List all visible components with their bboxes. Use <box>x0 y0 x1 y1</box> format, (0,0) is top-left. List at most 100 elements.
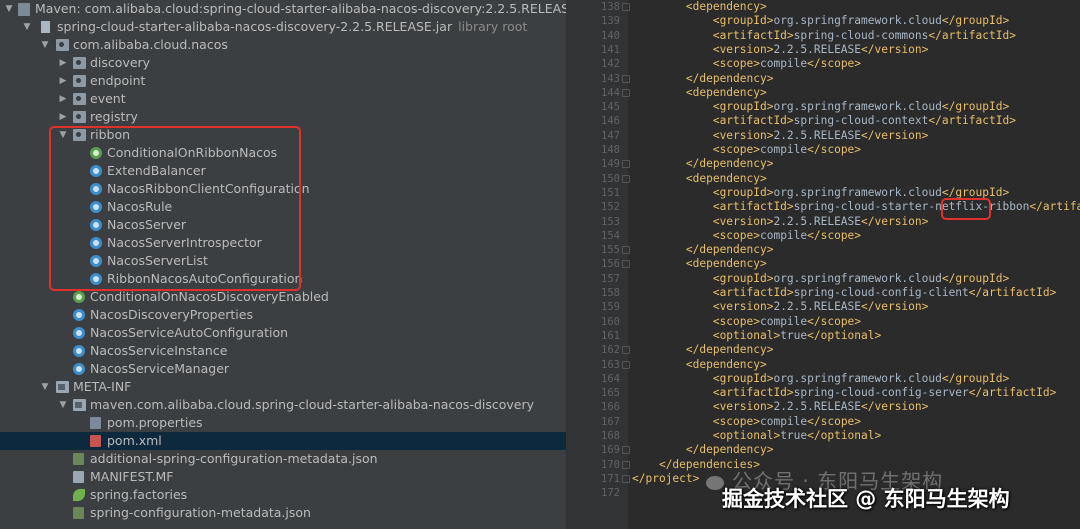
line-number: 144 <box>601 86 620 99</box>
code-line[interactable]: <optional>true</optional> <box>632 329 881 343</box>
line-number: 143 <box>601 72 620 85</box>
fold-marker-icon[interactable] <box>622 3 630 11</box>
line-number: 166 <box>601 401 620 414</box>
code-line[interactable]: <dependency> <box>632 172 767 186</box>
fold-marker-icon[interactable] <box>622 260 630 269</box>
ribbon-package-highlight-box <box>49 126 301 291</box>
line-number: 146 <box>601 115 620 128</box>
code-line[interactable]: <scope>compile</scope> <box>632 315 861 329</box>
expanded-arrow-icon[interactable]: ▼ <box>40 378 50 396</box>
tree-item-spring-cloud-starter-alibaba-nacos-discovery-2-2-5-release-jar[interactable]: ▼ spring-cloud-starter-alibaba-nacos-disc… <box>0 18 566 36</box>
code-line[interactable]: <optional>true</optional> <box>632 429 881 443</box>
collapsed-arrow-icon[interactable]: ▶ <box>58 72 68 90</box>
tree-item-nacosdiscoveryproperties[interactable]: NacosDiscoveryProperties <box>0 306 566 324</box>
tree-item-spring-factories[interactable]: spring.factories <box>0 486 566 504</box>
code-line[interactable]: </dependency> <box>632 157 774 171</box>
tree-item-registry[interactable]: ▶ registry <box>0 108 566 126</box>
tree-item-nacosserviceautoconfiguration[interactable]: NacosServiceAutoConfiguration <box>0 324 566 342</box>
tree-item-endpoint[interactable]: ▶ endpoint <box>0 72 566 90</box>
code-line[interactable]: <dependency> <box>632 0 767 14</box>
line-number: 165 <box>601 387 620 400</box>
line-number: 151 <box>601 186 620 199</box>
tree-item-spring-configuration-metadata-json[interactable]: spring-configuration-metadata.json <box>0 504 566 522</box>
code-line[interactable]: <version>2.2.5.RELEASE</version> <box>632 129 929 143</box>
code-line[interactable]: <groupId>org.springframework.cloud</grou… <box>632 272 1009 286</box>
code-line[interactable]: <dependency> <box>632 86 767 100</box>
folder-icon <box>56 381 69 393</box>
line-number: 158 <box>601 287 620 299</box>
expanded-arrow-icon[interactable]: ▼ <box>22 18 32 36</box>
tree-item-discovery[interactable]: ▶ discovery <box>0 54 566 72</box>
fold-marker-icon[interactable] <box>622 360 630 369</box>
code-line[interactable]: <artifactId>spring-cloud-context</artifa… <box>632 114 1016 128</box>
line-number: 145 <box>601 101 620 114</box>
tree-item-maven-com-alibaba-cloud-spring-cloud-starter-alibaba-nacos-discovery-2-2-5-release[interactable]: ▼ Maven: com.alibaba.cloud:spring-cloud-s… <box>0 0 566 18</box>
code-line[interactable]: <artifactId>spring-cloud-starter-netflix… <box>632 200 1080 214</box>
code-line[interactable]: <groupId>org.springframework.cloud</grou… <box>632 100 1009 114</box>
fold-marker-icon[interactable] <box>622 460 630 469</box>
jar-icon <box>41 21 50 33</box>
fold-marker-icon[interactable] <box>622 174 630 183</box>
fold-marker-icon[interactable] <box>622 474 630 483</box>
code-line[interactable]: <version>2.2.5.RELEASE</version> <box>632 400 929 414</box>
code-line[interactable]: <artifactId>spring-cloud-config-client</… <box>632 286 1057 300</box>
line-number: 172 <box>601 487 620 500</box>
code-line[interactable]: <scope>compile</scope> <box>632 229 861 243</box>
tree-item-label: maven.com.alibaba.cloud.spring-cloud-sta… <box>90 397 535 412</box>
library-icon <box>18 3 30 16</box>
code-editor[interactable]: 138 139 140 141 142 143 144 145 146 147 148 149 150 1… <box>566 0 1080 529</box>
code-line[interactable]: <dependency> <box>632 358 767 372</box>
code-line[interactable]: <scope>compile</scope> <box>632 143 861 157</box>
line-number-gutter: 138 139 140 141 142 143 144 145 146 147 148 149 150 1… <box>566 0 630 529</box>
fold-marker-icon[interactable] <box>622 346 630 355</box>
tree-item-label: pom.properties <box>107 415 203 430</box>
code-line[interactable]: <scope>compile</scope> <box>632 57 861 71</box>
package-icon <box>73 111 86 123</box>
code-line[interactable]: </dependency> <box>632 343 774 357</box>
line-number: 162 <box>601 344 620 357</box>
tree-item-maven-com-alibaba-cloud-spring-cloud-starter-alibaba-nacos-discovery[interactable]: ▼ maven.com.alibaba.cloud.spring-cloud-st… <box>0 396 566 414</box>
tree-item-com-alibaba-cloud-nacos[interactable]: ▼ com.alibaba.cloud.nacos <box>0 36 566 54</box>
tree-item-nacosserviceinstance[interactable]: NacosServiceInstance <box>0 342 566 360</box>
package-icon <box>73 75 86 87</box>
code-line[interactable]: <version>2.2.5.RELEASE</version> <box>632 43 929 57</box>
expanded-arrow-icon[interactable]: ▼ <box>58 396 68 414</box>
line-number: 168 <box>601 430 620 442</box>
library-root-hint: library root <box>458 19 528 34</box>
tree-item-meta-inf[interactable]: ▼ META-INF <box>0 378 566 396</box>
tree-item-event[interactable]: ▶ event <box>0 90 566 108</box>
code-line[interactable]: </dependency> <box>632 72 774 86</box>
line-number: 149 <box>601 158 620 171</box>
tree-item-manifest-mf[interactable]: MANIFEST.MF <box>0 468 566 486</box>
code-line[interactable]: <scope>compile</scope> <box>632 415 861 429</box>
code-line[interactable]: <artifactId>spring-cloud-config-server</… <box>632 386 1057 400</box>
fold-marker-icon[interactable] <box>622 246 630 255</box>
code-line[interactable]: <artifactId>spring-cloud-commons</artifa… <box>632 29 1016 43</box>
collapsed-arrow-icon[interactable]: ▶ <box>58 108 68 126</box>
code-line[interactable]: <groupId>org.springframework.cloud</grou… <box>632 14 1009 28</box>
code-line[interactable]: </dependency> <box>632 443 774 457</box>
fold-marker-icon[interactable] <box>622 74 630 83</box>
line-number: 141 <box>601 43 620 56</box>
code-line[interactable]: <version>2.2.5.RELEASE</version> <box>632 215 929 229</box>
fold-marker-icon[interactable] <box>622 160 630 169</box>
line-number: 169 <box>601 444 620 457</box>
tree-item-nacosservicemanager[interactable]: NacosServiceManager <box>0 360 566 378</box>
tree-item-pom-xml[interactable]: pom.xml <box>0 432 566 450</box>
fold-marker-icon[interactable] <box>622 88 630 97</box>
tree-item-additional-spring-configuration-metadata-json[interactable]: additional-spring-configuration-metadata… <box>0 450 566 468</box>
fold-marker-icon[interactable] <box>622 446 630 455</box>
expanded-arrow-icon[interactable]: ▼ <box>40 36 50 54</box>
code-line[interactable]: <groupId>org.springframework.cloud</grou… <box>632 372 1009 386</box>
collapsed-arrow-icon[interactable]: ▶ <box>58 90 68 108</box>
code-line[interactable]: </dependency> <box>632 243 774 257</box>
folder-icon <box>73 399 86 411</box>
expanded-arrow-icon[interactable]: ▼ <box>4 0 14 18</box>
tree-item-label: NacosServiceInstance <box>90 343 228 358</box>
code-line[interactable]: <version>2.2.5.RELEASE</version> <box>632 300 929 314</box>
code-line[interactable]: </project> <box>632 472 699 486</box>
code-line[interactable]: <dependency> <box>632 257 767 271</box>
tree-item-pom-properties[interactable]: pom.properties <box>0 414 566 432</box>
collapsed-arrow-icon[interactable]: ▶ <box>58 54 68 72</box>
line-number: 167 <box>601 415 620 428</box>
